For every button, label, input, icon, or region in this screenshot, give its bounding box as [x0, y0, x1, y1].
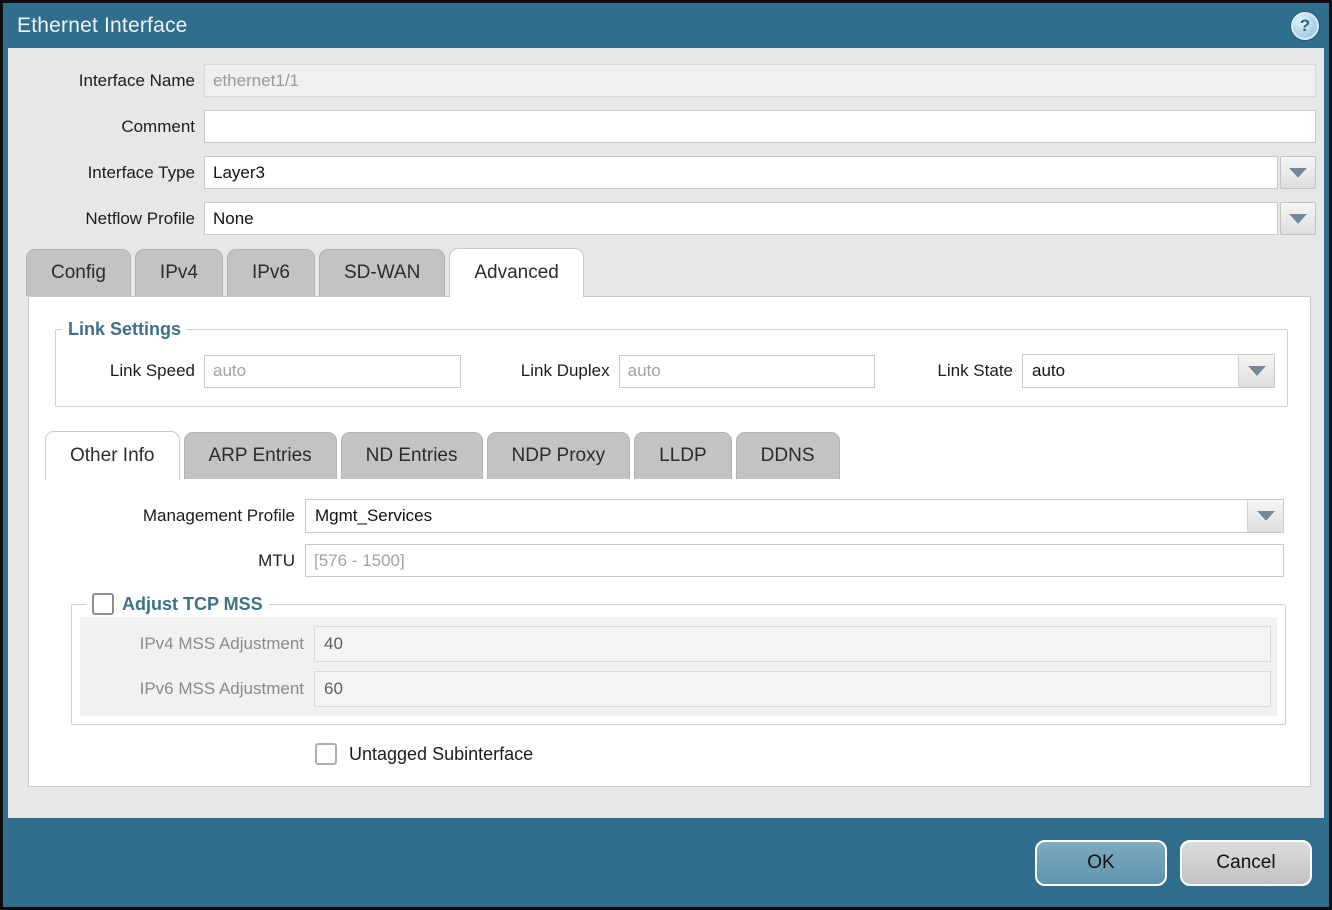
other-info-tabs: Other Info ARP Entries ND Entries NDP Pr…	[43, 431, 1296, 479]
adjust-tcp-mss-fieldset: Adjust TCP MSS IPv4 MSS Adjustment IPv6 …	[71, 593, 1286, 725]
tab-other-info[interactable]: Other Info	[45, 431, 180, 480]
ipv4-mss-label: IPv4 MSS Adjustment	[86, 634, 314, 654]
link-state-label: Link State	[937, 361, 1022, 381]
comment-input[interactable]	[204, 110, 1316, 143]
link-settings-fieldset: Link Settings Link Speed Link Duplex Lin…	[55, 319, 1288, 407]
link-state-dropdown-button[interactable]	[1238, 355, 1274, 387]
ipv6-mss-input	[314, 671, 1271, 707]
tab-advanced[interactable]: Advanced	[449, 248, 584, 297]
untagged-subinterface-checkbox[interactable]	[315, 743, 337, 765]
management-profile-value: Mgmt_Services	[306, 500, 1247, 532]
chevron-down-icon	[1289, 168, 1307, 178]
mtu-label: MTU	[43, 551, 305, 571]
mtu-input[interactable]	[305, 544, 1284, 577]
mtu-row: MTU	[43, 544, 1296, 577]
ipv6-mss-row: IPv6 MSS Adjustment	[86, 671, 1271, 707]
management-profile-row: Management Profile Mgmt_Services	[43, 499, 1296, 533]
link-duplex-label: Link Duplex	[521, 361, 619, 381]
interface-name-row: Interface Name	[16, 64, 1316, 97]
comment-label: Comment	[16, 117, 204, 137]
dialog-body: Interface Name Comment Interface Type Ne…	[8, 48, 1324, 818]
netflow-profile-dropdown-button[interactable]	[1280, 202, 1316, 235]
link-speed-label: Link Speed	[56, 361, 204, 381]
netflow-profile-row: Netflow Profile	[16, 202, 1316, 235]
management-profile-select[interactable]: Mgmt_Services	[305, 499, 1284, 533]
chevron-down-icon	[1248, 366, 1266, 376]
tab-ddns[interactable]: DDNS	[736, 432, 840, 479]
main-tabs: Config IPv4 IPv6 SD-WAN Advanced	[16, 248, 1316, 296]
chevron-down-icon	[1289, 214, 1307, 224]
management-profile-label: Management Profile	[43, 506, 305, 526]
cancel-button[interactable]: Cancel	[1180, 840, 1312, 886]
tab-lldp[interactable]: LLDP	[634, 432, 732, 479]
dialog-footer: OK Cancel	[3, 818, 1329, 907]
tab-ipv4[interactable]: IPv4	[135, 249, 223, 296]
tab-config[interactable]: Config	[26, 249, 131, 296]
dialog-title: Ethernet Interface	[17, 14, 188, 38]
ok-button[interactable]: OK	[1035, 840, 1167, 886]
ipv4-mss-row: IPv4 MSS Adjustment	[86, 626, 1271, 662]
link-duplex-input[interactable]	[619, 355, 876, 388]
ipv6-mss-label: IPv6 MSS Adjustment	[86, 679, 314, 699]
link-state-select[interactable]: auto	[1022, 354, 1275, 388]
netflow-profile-value[interactable]	[204, 202, 1278, 235]
link-speed-input[interactable]	[204, 355, 461, 388]
management-profile-dropdown-button[interactable]	[1247, 500, 1283, 532]
tab-sdwan[interactable]: SD-WAN	[319, 249, 445, 296]
interface-type-row: Interface Type	[16, 156, 1316, 189]
untagged-subinterface-row: Untagged Subinterface	[315, 743, 1296, 765]
tab-nd-entries[interactable]: ND Entries	[341, 432, 483, 479]
interface-type-value[interactable]	[204, 156, 1278, 189]
mss-disabled-panel: IPv4 MSS Adjustment IPv6 MSS Adjustment	[80, 617, 1277, 716]
chevron-down-icon	[1257, 511, 1275, 521]
interface-type-dropdown-button[interactable]	[1280, 156, 1316, 189]
adjust-tcp-mss-legend: Adjust TCP MSS	[122, 594, 263, 615]
untagged-subinterface-label: Untagged Subinterface	[349, 744, 533, 765]
link-state-value: auto	[1023, 355, 1238, 387]
link-settings-legend: Link Settings	[62, 319, 187, 340]
netflow-profile-label: Netflow Profile	[16, 209, 204, 229]
adjust-tcp-mss-checkbox[interactable]	[92, 593, 114, 615]
interface-type-label: Interface Type	[16, 163, 204, 183]
interface-name-label: Interface Name	[16, 71, 204, 91]
tab-ipv6[interactable]: IPv6	[227, 249, 315, 296]
tab-ndp-proxy[interactable]: NDP Proxy	[487, 432, 631, 479]
ipv4-mss-input	[314, 626, 1271, 662]
interface-name-input	[204, 64, 1316, 97]
tab-arp-entries[interactable]: ARP Entries	[184, 432, 337, 479]
help-icon[interactable]: ?	[1291, 12, 1319, 40]
comment-row: Comment	[16, 110, 1316, 143]
advanced-tab-panel: Link Settings Link Speed Link Duplex Lin…	[28, 296, 1311, 787]
dialog-titlebar: Ethernet Interface ?	[3, 3, 1329, 48]
